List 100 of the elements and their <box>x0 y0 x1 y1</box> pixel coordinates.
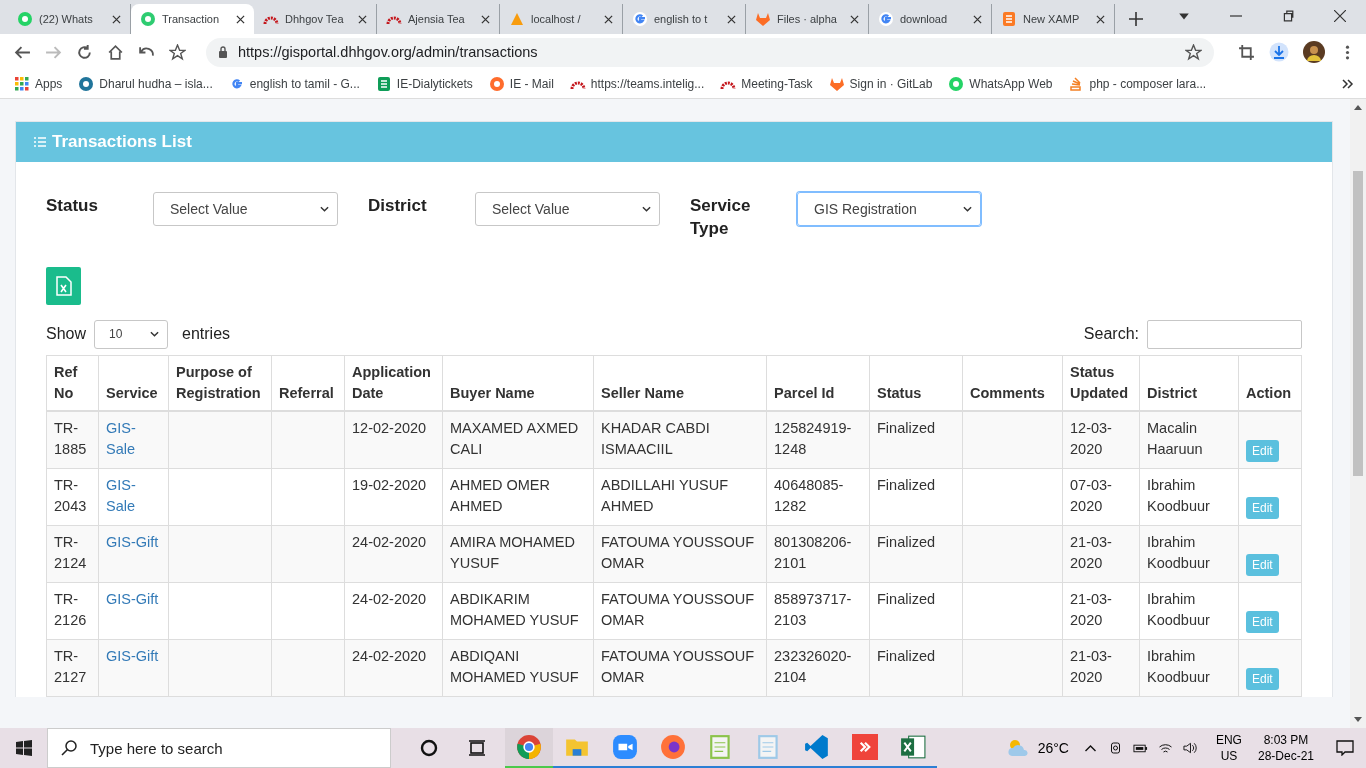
bookmark-item[interactable]: php - composer lara... <box>1068 76 1207 92</box>
chevron-icon[interactable] <box>1342 79 1354 89</box>
bookmark-item[interactable]: IE-Dialytickets <box>375 76 473 92</box>
lock-icon <box>218 46 228 58</box>
dropdown[interactable]: GIS Registration <box>797 192 981 226</box>
speaker-icon[interactable] <box>1182 741 1198 755</box>
spreadsheet-file-icon <box>55 275 72 296</box>
browser-tab[interactable]: Transaction <box>131 4 254 34</box>
close-icon[interactable] <box>481 14 490 24</box>
caret-icon <box>320 206 329 212</box>
table-cell: TR-2124 <box>46 525 99 583</box>
temperature[interactable]: 26°C <box>1037 740 1069 756</box>
column-header[interactable]: District <box>1139 355 1239 411</box>
table-cell: ABDILLAHI YUSUF AHMED <box>593 468 767 526</box>
scroll-down-arrow-icon[interactable] <box>1354 717 1362 722</box>
column-header[interactable]: Status Updated <box>1062 355 1140 411</box>
table-cell: Ibrahim Koodbuur <box>1139 468 1239 526</box>
close-icon[interactable] <box>112 14 121 24</box>
windows-start-icon[interactable] <box>16 740 32 756</box>
table-cell: 12-03-2020 <box>1062 410 1140 469</box>
avatar-icon[interactable] <box>1303 41 1325 63</box>
bookmark-item[interactable]: IE - Mail <box>488 76 554 92</box>
close-icon[interactable] <box>973 14 982 24</box>
table-cell: FATOUMA YOUSSOUF OMAR <box>593 582 767 640</box>
table-cell: AHMED OMER AHMED <box>442 468 594 526</box>
browser-icon[interactable] <box>505 728 553 768</box>
close-icon[interactable] <box>1096 14 1105 24</box>
bookmark-item[interactable]: WhatsApp Web <box>948 76 1053 92</box>
language-indicator[interactable]: ENG US <box>1215 732 1242 764</box>
star-icon[interactable] <box>1185 43 1202 61</box>
column-header[interactable]: Status <box>869 355 963 411</box>
scroll-up-arrow-icon[interactable] <box>1354 105 1362 110</box>
table-cell: Finalized <box>869 525 963 583</box>
crop-icon[interactable] <box>1238 43 1255 61</box>
table-cell: 40648085-1282 <box>766 468 870 526</box>
new-tab-icon[interactable] <box>1129 12 1143 26</box>
bookmark-item[interactable]: english to tamil - G... <box>228 76 360 92</box>
spreadsheet-icon <box>375 76 392 92</box>
table-cell: Finalized <box>869 639 963 697</box>
column-header[interactable]: Referral <box>271 355 345 411</box>
filter-label: Status <box>46 195 99 217</box>
close-icon[interactable] <box>236 14 245 24</box>
close-icon[interactable] <box>850 14 859 24</box>
table-cell: FATOUMA YOUSSOUF OMAR <box>593 639 767 697</box>
column-header[interactable]: Comments <box>962 355 1063 411</box>
table-cell: TR-2126 <box>46 582 99 640</box>
dropdown[interactable]: Select Value <box>475 192 660 226</box>
column-header[interactable]: Action <box>1238 355 1302 411</box>
download-icon[interactable] <box>1269 42 1289 62</box>
scrollbar[interactable] <box>1350 99 1366 728</box>
search-field[interactable] <box>1147 319 1302 349</box>
notification-icon[interactable] <box>1336 740 1354 756</box>
dropdown[interactable]: Select Value <box>153 192 338 226</box>
entries-label: entries <box>182 325 231 344</box>
column-header[interactable]: Purpose of Registration <box>168 355 272 411</box>
table-cell: 24-02-2020 <box>344 525 443 583</box>
star-icon[interactable] <box>169 43 186 61</box>
task-view-icon[interactable] <box>467 738 487 758</box>
table-cell: 21-03-2020 <box>1062 639 1140 697</box>
home-icon[interactable] <box>107 43 124 61</box>
bookmark-item[interactable]: Meeting-Task <box>720 76 813 92</box>
address-bar[interactable]: https://gisportal.dhhgov.org/admin/transactions <box>206 37 1214 67</box>
bookmark-item[interactable]: Dharul hudha – isla... <box>78 76 213 92</box>
table-cell: 19-02-2020 <box>344 468 443 526</box>
bookmark-item[interactable]: https://teams.intelig... <box>569 76 705 92</box>
reload-icon[interactable] <box>76 43 93 61</box>
column-header[interactable]: Application Date <box>344 355 443 411</box>
table-cell: Ibrahim Koodbuur <box>1139 582 1239 640</box>
clock[interactable]: 8:03 PM 28-Dec-21 <box>1257 732 1314 764</box>
wifi-icon[interactable] <box>1157 741 1173 755</box>
bookmark-item[interactable]: Sign in · GitLab <box>828 76 933 92</box>
table-cell: TR-1885 <box>46 410 99 469</box>
table-cell: TR-2043 <box>46 468 99 526</box>
table-cell: Ibrahim Koodbuur <box>1139 639 1239 697</box>
letter-g-icon <box>878 11 894 27</box>
circle-icon[interactable] <box>419 738 439 758</box>
table-cell: Finalized <box>869 468 963 526</box>
table-cell: ABDIQANI MOHAMED YUSUF <box>442 639 594 697</box>
table-cell: Ibrahim Koodbuur <box>1139 525 1239 583</box>
column-header[interactable]: Service <box>98 355 169 411</box>
filter-label: Service Type <box>690 195 752 240</box>
table-cell: 07-03-2020 <box>1062 468 1140 526</box>
close-icon[interactable] <box>727 14 736 24</box>
close-icon[interactable] <box>604 14 613 24</box>
close-icon[interactable] <box>358 14 367 24</box>
column-header[interactable]: Buyer Name <box>442 355 594 411</box>
search-icon <box>61 740 77 756</box>
bookmark-item[interactable]: Apps <box>14 76 63 92</box>
close-icon[interactable] <box>1334 10 1346 22</box>
column-header[interactable]: Seller Name <box>593 355 767 411</box>
entries-dropdown[interactable]: 10 <box>94 319 169 349</box>
letter-g-icon <box>632 11 648 27</box>
column-header[interactable]: Parcel Id <box>766 355 870 411</box>
circle-logo-icon <box>78 76 95 92</box>
column-header[interactable]: Ref No <box>46 355 99 411</box>
scrollbar-thumb[interactable] <box>1353 171 1363 476</box>
table-cell: Finalized <box>869 582 963 640</box>
table-cell: 232326020-2104 <box>766 639 870 697</box>
taskbar-search-field[interactable]: Type here to search <box>47 728 391 768</box>
restore-icon[interactable] <box>1282 10 1294 22</box>
